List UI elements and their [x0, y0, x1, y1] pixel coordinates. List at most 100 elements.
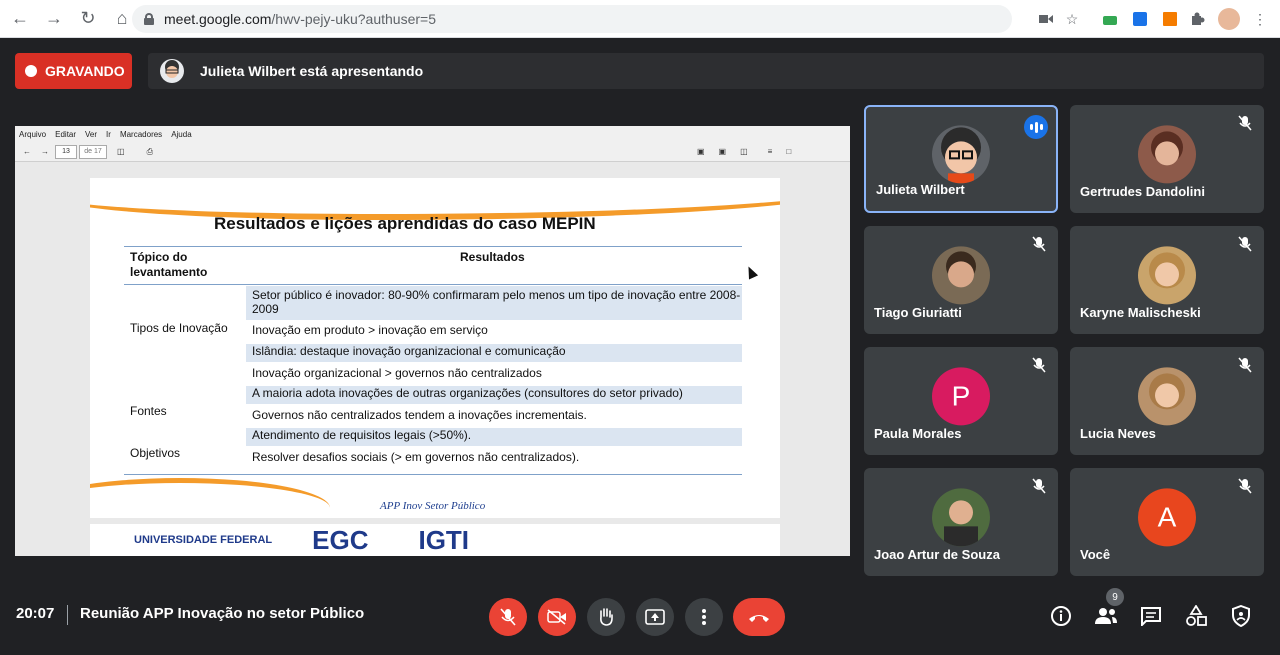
- slide-footer: APP Inov Setor Público: [380, 500, 486, 512]
- star-icon[interactable]: ☆: [1062, 9, 1082, 29]
- view-fit-icon[interactable]: ◫: [740, 147, 748, 156]
- shared-screen: Arquivo Editar Ver Ir Marcadores Ajuda ←…: [15, 126, 850, 556]
- participant-tile[interactable]: Karyne Malischeski: [1070, 226, 1264, 334]
- extension-blue-icon[interactable]: [1130, 9, 1150, 29]
- shield-icon: [1232, 605, 1250, 627]
- activities-button[interactable]: [1183, 603, 1209, 629]
- fullscreen-icon[interactable]: □: [786, 147, 791, 156]
- print-icon[interactable]: ⎙: [147, 147, 153, 157]
- avatar: [1138, 125, 1196, 184]
- present-now-button[interactable]: [636, 598, 674, 636]
- raise-hand-button[interactable]: [587, 598, 625, 636]
- table-row: Islândia: destaque inovação organizacion…: [246, 344, 742, 362]
- slide: Resultados e lições aprendidas do caso M…: [90, 178, 780, 518]
- row-label-fontes: Fontes: [130, 404, 167, 418]
- meet-window: GRAVANDO Julieta Wilbert está apresentan…: [0, 38, 1280, 655]
- menu-item-ver[interactable]: Ver: [85, 130, 97, 139]
- back-icon[interactable]: ←: [6, 5, 34, 33]
- participant-name: Lucia Neves: [1080, 426, 1156, 441]
- mic-off-icon: [1238, 236, 1252, 252]
- reload-icon[interactable]: ↻: [74, 5, 102, 33]
- more-options-button[interactable]: [685, 598, 723, 636]
- participant-tile[interactable]: Joao Artur de Souza: [864, 468, 1058, 576]
- pdf-forward-icon[interactable]: →: [41, 147, 49, 156]
- menu-item-ajuda[interactable]: Ajuda: [171, 130, 191, 139]
- avatar: [1138, 367, 1196, 426]
- menu-item-marcadores[interactable]: Marcadores: [120, 130, 162, 139]
- table-row: A maioria adota inovações de outras orga…: [246, 386, 742, 404]
- slide-bottom-swoosh: [90, 478, 330, 518]
- puzzle-icon[interactable]: [1188, 9, 1208, 29]
- host-controls-button[interactable]: [1228, 603, 1254, 629]
- profile-avatar[interactable]: [1218, 8, 1240, 30]
- hangup-icon: [749, 615, 769, 622]
- participant-tile[interactable]: A Você: [1070, 468, 1264, 576]
- extension-green-icon[interactable]: [1100, 9, 1120, 29]
- meeting-time: 20:07: [16, 605, 55, 622]
- presenting-text: Julieta Wilbert está apresentando: [200, 63, 424, 79]
- avatar: [932, 488, 990, 547]
- participant-tile[interactable]: Julieta Wilbert: [864, 105, 1058, 213]
- mic-toggle-button[interactable]: [489, 598, 527, 636]
- slide-title: Resultados e lições aprendidas do caso M…: [214, 214, 596, 233]
- menu-item-ir[interactable]: Ir: [106, 130, 111, 139]
- pdf-toolbar: ← → 13 de 17 ◫ ⎙ ▣ ▣ ◫ ≡ □: [15, 142, 850, 162]
- pdf-menu-bar: Arquivo Editar Ver Ir Marcadores Ajuda: [15, 126, 850, 142]
- mic-off-icon: [1032, 236, 1046, 252]
- chat-icon: [1141, 607, 1161, 626]
- extension-orange-icon[interactable]: [1160, 9, 1180, 29]
- table-row: Inovação organizacional > governos não c…: [252, 366, 542, 380]
- speaking-indicator-icon: [1024, 115, 1048, 139]
- recording-label: GRAVANDO: [45, 63, 125, 79]
- column-header-results: Resultados: [460, 250, 525, 264]
- table-header-rule: [124, 284, 742, 285]
- egc-logo: EGC: [312, 524, 369, 555]
- menu-dots-icon[interactable]: ⋮: [1250, 9, 1270, 29]
- table-bottom-rule: [124, 474, 742, 475]
- avatar: [932, 246, 990, 305]
- participant-tile[interactable]: P Paula Morales: [864, 347, 1058, 455]
- camera-toggle-button[interactable]: [538, 598, 576, 636]
- presenter-avatar: [160, 59, 184, 83]
- participant-tile[interactable]: Lucia Neves: [1070, 347, 1264, 455]
- page-number-input[interactable]: 13: [55, 144, 77, 159]
- browser-toolbar: ← → ↻ ⌂ meet.google.com/hwv-pejy-uku?aut…: [0, 0, 1280, 38]
- address-bar[interactable]: meet.google.com/hwv-pejy-uku?authuser=5: [132, 5, 1012, 33]
- menu-item-editar[interactable]: Editar: [55, 130, 76, 139]
- row-label-tipos: Tipos de Inovação: [130, 321, 228, 335]
- avatar: [1138, 246, 1196, 305]
- pdf-page-area: Resultados e lições aprendidas do caso M…: [15, 162, 850, 556]
- table-row: Setor público é inovador: 80-90% confirm…: [246, 286, 742, 320]
- menu-item-arquivo[interactable]: Arquivo: [19, 130, 46, 139]
- pdf-back-icon[interactable]: ←: [23, 147, 31, 156]
- more-vert-icon: [702, 609, 706, 625]
- url-host: meet.google.com: [164, 11, 272, 27]
- row-label-objetivos: Objetivos: [130, 446, 181, 460]
- chat-button[interactable]: [1138, 603, 1164, 629]
- url-path: /hwv-pejy-uku?authuser=5: [271, 11, 437, 27]
- divider: [67, 605, 68, 625]
- mic-off-icon: [500, 608, 516, 626]
- participant-tile[interactable]: Gertrudes Dandolini: [1070, 105, 1264, 213]
- leave-call-button[interactable]: [733, 598, 785, 636]
- mic-off-icon: [1032, 357, 1046, 373]
- meeting-details-button[interactable]: [1048, 603, 1074, 629]
- participant-tile[interactable]: Tiago Giuriatti: [864, 226, 1058, 334]
- show-everyone-button[interactable]: [1093, 603, 1119, 629]
- camera-icon[interactable]: [1036, 9, 1056, 29]
- column-header-topic: Tópico do levantamento: [130, 250, 208, 279]
- sidebar-toggle-icon[interactable]: ◫: [117, 147, 125, 156]
- meeting-title: Reunião APP Inovação no setor Público: [80, 605, 365, 622]
- activities-icon: [1186, 605, 1207, 626]
- forward-icon[interactable]: →: [40, 5, 68, 33]
- mic-off-icon: [1238, 357, 1252, 373]
- view-single-icon[interactable]: ▣: [697, 147, 705, 156]
- igti-logo: IGTI: [418, 524, 470, 555]
- table-row: Atendimento de requisitos legais (>50%).: [246, 428, 742, 446]
- present-icon: [645, 609, 665, 625]
- view-double-icon[interactable]: ▣: [719, 147, 727, 156]
- participant-name: Karyne Malischeski: [1080, 305, 1201, 320]
- zoom-icon[interactable]: ≡: [768, 147, 773, 156]
- mic-off-icon: [1238, 478, 1252, 494]
- recording-badge: GRAVANDO: [15, 53, 132, 89]
